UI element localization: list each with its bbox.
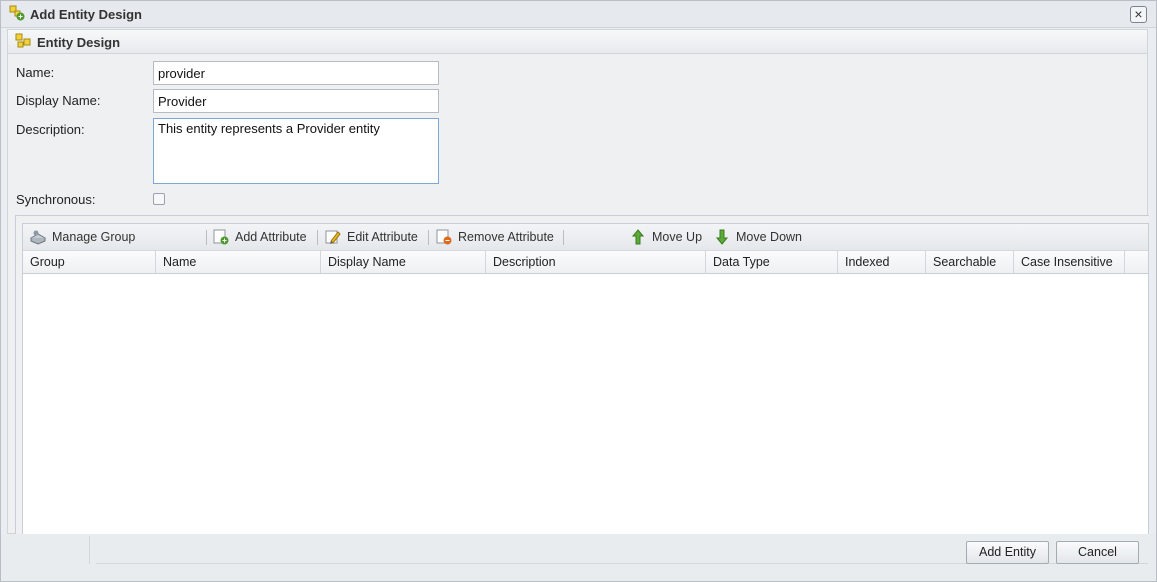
grid-header-row: Group Name Display Name Description Data… [23,251,1148,274]
synchronous-checkbox[interactable] [153,193,165,205]
panel-header: Entity Design [8,30,1147,54]
edit-pencil-icon [325,230,341,244]
close-icon: × [1134,6,1143,22]
cancel-button[interactable]: Cancel [1056,541,1139,564]
edit-attribute-button[interactable]: Edit Attribute [325,229,418,247]
move-down-label: Move Down [736,230,802,244]
arrow-up-icon [631,229,645,245]
add-attribute-icon [213,229,229,245]
attributes-grid-container: Manage Group Add Attribute Edit Attribut… [15,215,1149,535]
description-textarea[interactable]: This entity represents a Provider entity [153,118,439,184]
dialog-footer: Add Entity Cancel [1,534,1156,581]
add-entity-design-dialog: Add Entity Design × Entity Design Name: … [0,0,1157,582]
remove-attribute-icon [436,229,452,245]
footer-divider [89,536,90,564]
column-header-description[interactable]: Description [486,251,706,273]
toolbar-separator [206,230,207,245]
manage-group-label: Manage Group [52,230,136,244]
grid-toolbar: Manage Group Add Attribute Edit Attribut… [23,224,1148,251]
add-entity-button[interactable]: Add Entity [966,541,1049,564]
column-header-case-insensitive[interactable]: Case Insensitive [1014,251,1125,273]
column-header-searchable[interactable]: Searchable [926,251,1014,273]
move-down-button[interactable]: Move Down [714,229,802,247]
remove-attribute-label: Remove Attribute [458,230,554,244]
close-button[interactable]: × [1130,6,1147,23]
dialog-title: Add Entity Design [30,7,142,22]
manage-group-button[interactable]: Manage Group [30,229,135,247]
remove-attribute-button[interactable]: Remove Attribute [436,229,554,247]
column-header-indexed[interactable]: Indexed [838,251,926,273]
description-label: Description: [16,122,85,137]
arrow-down-icon [715,229,729,245]
grid-body[interactable] [23,275,1148,533]
column-header-name[interactable]: Name [156,251,321,273]
move-up-button[interactable]: Move Up [630,229,702,247]
entity-design-panel: Entity Design Name: Display Name: Descri… [7,29,1149,535]
toolbar-separator [317,230,318,245]
display-name-label: Display Name: [16,93,101,108]
entity-design-icon [15,33,31,48]
dialog-titlebar[interactable]: Add Entity Design × [1,1,1156,28]
column-header-group[interactable]: Group [23,251,156,273]
entity-add-icon [9,5,25,21]
toolbar-separator [428,230,429,245]
name-label: Name: [16,65,55,80]
add-attribute-label: Add Attribute [235,230,307,244]
attributes-grid: Manage Group Add Attribute Edit Attribut… [22,223,1149,535]
move-up-label: Move Up [652,230,703,244]
manage-group-icon [30,230,46,245]
add-attribute-button[interactable]: Add Attribute [213,229,307,247]
synchronous-label: Synchronous: [16,192,96,207]
edit-attribute-label: Edit Attribute [347,230,418,244]
name-input[interactable] [153,61,439,85]
panel-title: Entity Design [37,35,121,50]
column-header-display-name[interactable]: Display Name [321,251,486,273]
toolbar-separator [563,230,564,245]
display-name-input[interactable] [153,89,439,113]
column-header-data-type[interactable]: Data Type [706,251,838,273]
